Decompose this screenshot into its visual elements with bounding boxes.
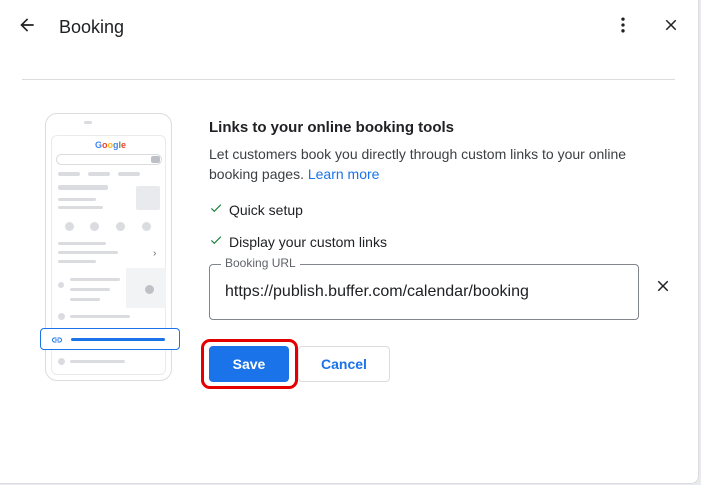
dialog-title: Booking: [59, 17, 125, 37]
remove-url-button[interactable]: [645, 270, 681, 306]
arrow-back-icon: [17, 15, 37, 40]
phone-bar: [70, 278, 120, 281]
phone-bar: [70, 298, 100, 301]
back-button[interactable]: [9, 9, 45, 45]
description-text: Let customers book you directly through …: [209, 146, 627, 182]
feature-label: Quick setup: [229, 201, 303, 218]
section-heading: Links to your online booking tools: [209, 119, 454, 136]
phone-bar: [118, 172, 140, 176]
cancel-button[interactable]: Cancel: [298, 346, 390, 382]
close-button[interactable]: [653, 9, 689, 45]
phone-bar: [58, 251, 118, 254]
link-bar: [71, 338, 165, 341]
chevron-right-icon: ›: [153, 248, 157, 259]
phone-bar: [58, 242, 106, 245]
booking-dialog: Booking Google › Links to your online bo…: [0, 0, 699, 484]
check-icon: [209, 233, 229, 250]
link-icon: [50, 333, 64, 351]
header-divider: [22, 79, 675, 80]
feature-label: Display your custom links: [229, 233, 387, 250]
store-icon: [136, 186, 160, 210]
pin-icon: [58, 282, 64, 288]
phone-bar: [70, 315, 130, 318]
phone-bar: [58, 185, 108, 190]
more-vert-icon: [613, 15, 633, 40]
phone-search-bar: [56, 154, 162, 165]
section-description: Let customers book you directly through …: [209, 144, 659, 184]
map-pin-icon: [145, 285, 154, 294]
phone-bar: [58, 172, 80, 176]
globe-icon: [58, 358, 65, 365]
phone-bar: [70, 288, 110, 291]
directions-icon: [142, 222, 151, 231]
save-button[interactable]: Save: [209, 346, 289, 382]
check-icon: [209, 201, 229, 218]
feature-item: Quick setup: [209, 201, 303, 218]
phone-camera: [84, 121, 92, 124]
phone-bar: [58, 206, 103, 209]
booking-url-value[interactable]: https://publish.buffer.com/calendar/book…: [225, 283, 529, 301]
learn-more-link[interactable]: Learn more: [308, 166, 380, 182]
close-icon: [654, 277, 672, 300]
phone-bar: [70, 360, 125, 363]
more-options-button[interactable]: [605, 9, 641, 45]
close-icon: [662, 16, 680, 39]
phone-search-icon: [151, 156, 160, 163]
phone-bar: [58, 260, 96, 263]
search-brand: Google: [95, 140, 127, 150]
language-icon: [90, 222, 99, 231]
phone-bar: [58, 198, 96, 201]
feature-item: Display your custom links: [209, 233, 387, 250]
phone-bar: [88, 172, 110, 176]
phone-icon: [65, 222, 74, 231]
booking-url-label: Booking URL: [221, 256, 300, 270]
bookmark-icon: [116, 222, 125, 231]
clock-icon: [58, 313, 65, 320]
